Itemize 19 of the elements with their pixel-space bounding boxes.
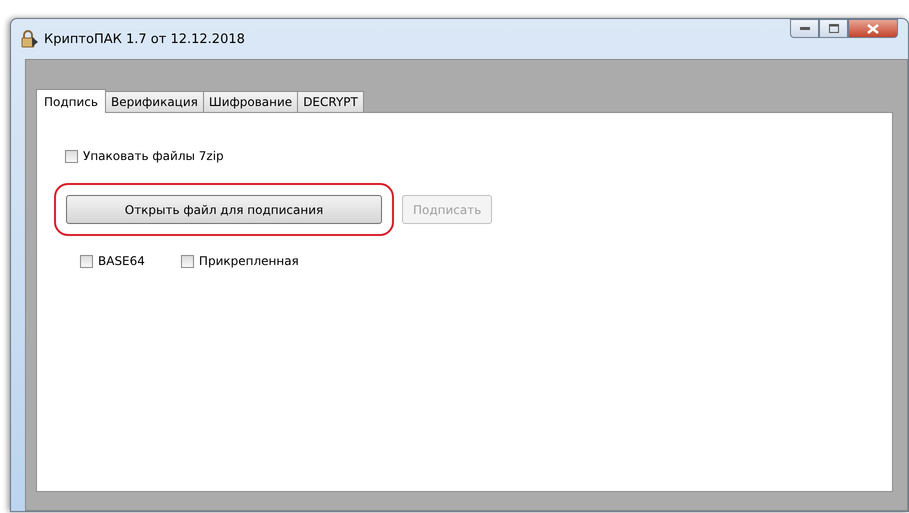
maximize-button[interactable] <box>819 19 848 38</box>
close-icon <box>867 24 879 34</box>
maximize-icon <box>828 24 838 33</box>
checkbox-label: Прикрепленная <box>198 254 299 268</box>
minimize-button[interactable] <box>790 19 819 38</box>
checkbox[interactable] <box>65 150 78 162</box>
tab[interactable]: DECRYPT <box>297 91 364 112</box>
checkbox[interactable] <box>80 254 93 268</box>
tab[interactable]: Подпись <box>36 89 106 113</box>
minimize-icon <box>800 26 810 30</box>
close-button[interactable] <box>848 19 898 38</box>
checkbox[interactable] <box>180 254 194 268</box>
checkbox-label: Упаковать файлы 7zip <box>83 149 224 163</box>
tab[interactable]: Верификация <box>104 91 204 112</box>
lock-icon <box>19 29 39 49</box>
button[interactable]: Открыть файл для подписания <box>66 195 382 224</box>
checkbox-label: BASE64 <box>98 254 145 268</box>
tab[interactable]: Шифрование <box>202 91 298 112</box>
window-title: КриптоПАК 1.7 от 12.12.2018 <box>44 32 245 46</box>
